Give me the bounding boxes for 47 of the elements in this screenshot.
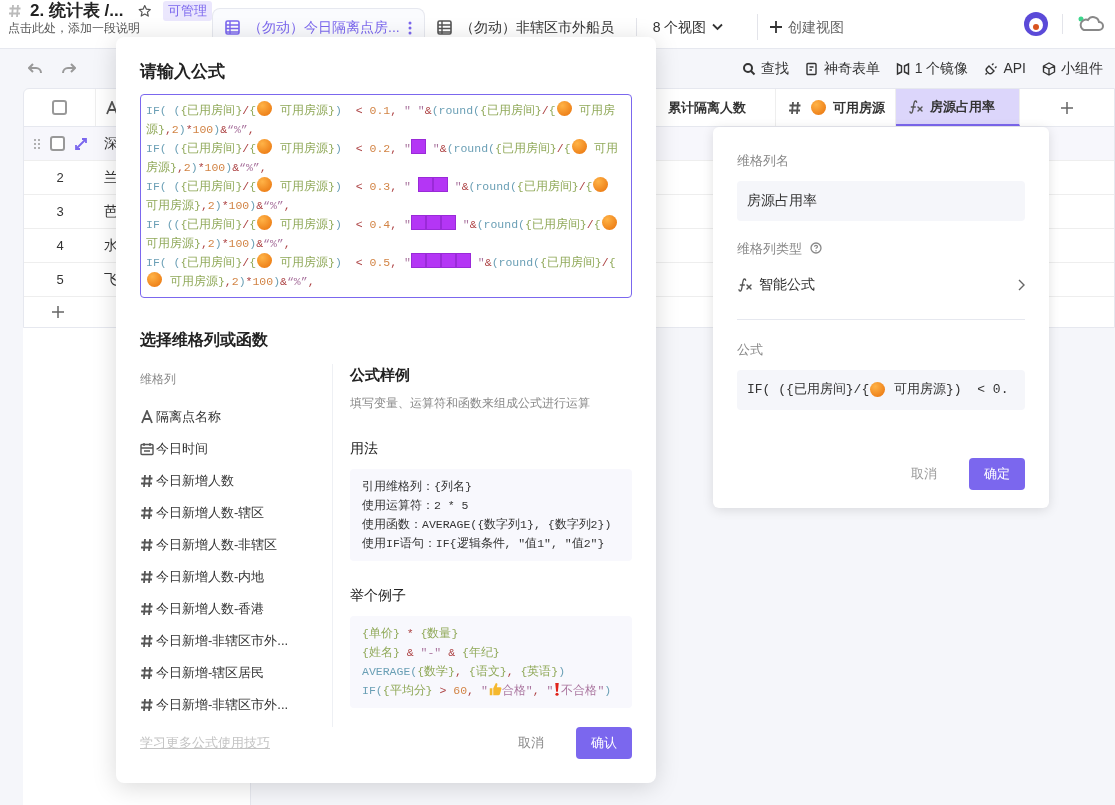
column-list-item[interactable]: 今日新增-非辖区市外... — [140, 624, 332, 657]
formula-field[interactable]: IF( ({已用房间}/{ 可用房源}) < 0. — [737, 369, 1025, 410]
sheet-title[interactable]: 2. 统计表 /... — [30, 2, 124, 20]
confirm-button[interactable]: 确认 — [576, 727, 632, 759]
column-header[interactable]: 房源占用率 — [896, 89, 1020, 126]
column-list-item[interactable]: 今日新增-辖区居民 — [140, 656, 332, 689]
confirm-button[interactable]: 确定 — [969, 457, 1025, 490]
column-list-item[interactable]: 今日新增人数-内地 — [140, 560, 332, 593]
column-list-item[interactable]: 今日新增人数 — [140, 464, 332, 497]
formula-editor[interactable]: IF( ({已用房间}/{ 可用房源}) < 0.1, " "&(round({已用房间}/{ 可用房源},2)*100)&“%”, IF( ({已用房间}/{ 可用房源}) < 0.2, " "&(round({已用房间}/{ 可用房源},2)*100)&“%”, IF( ({已用房间}/{ 可用房源}) < 0.3, " "&(round({已用房间}/{ 可用房源},2)*100)&“%”, IF (({已用房间}/{ 可用房源}) < 0.4, " "&(round({已用房间}/{ 可用房源},2)*100)&“%”, IF( ({已用房间}/{ 可用房源}) < 0.5, " "&(round({已用房间}/{ 可用房源},2)*100)&“%”, — [140, 93, 632, 298]
column-name-field[interactable]: 房源占用率 — [737, 180, 1025, 221]
row-number: 3 — [56, 202, 64, 221]
example-box: {单价} * {数量} {姓名} & "-" & {年纪} AVERAGE({数学}, {语文}, {英语}) IF({平均分} > 60, " 合格", " 不合格") — [350, 616, 632, 708]
toolbar-button[interactable]: 查找 — [741, 58, 789, 79]
toolbar-button[interactable]: API — [984, 58, 1026, 79]
column-list-item[interactable]: 今日新增人数-非辖区 — [140, 528, 332, 561]
section-title: 用法 — [350, 439, 379, 458]
row-number: 2 — [56, 168, 64, 187]
section-title: 公式样例 — [350, 364, 411, 385]
row-number: 4 — [56, 236, 64, 255]
field-label: 维格列名 — [737, 152, 790, 170]
usage-box: 引用维格列：{列名} 使用运算符：2 * 5 使用函数：AVERAGE({数字列1}, {数字列2}) 使用IF语句：IF{逻辑条件, "值1", "值2"} — [350, 469, 632, 561]
column-type-select[interactable]: 智能公式 — [737, 274, 1025, 295]
toolbar-button[interactable]: 神奇表单 — [804, 58, 880, 79]
list-label: 维格列 — [140, 370, 177, 388]
dialog-title: 请输入公式 — [140, 61, 226, 83]
sheet-description[interactable]: 点击此处，添加一段说明 — [8, 21, 212, 35]
column-list-item[interactable]: 今日时间 — [140, 432, 332, 465]
sample-description: 填写变量、运算符和函数来组成公式进行运算 — [350, 395, 591, 412]
cancel-button[interactable]: 取消 — [510, 733, 552, 753]
field-label: 公式 — [737, 341, 764, 359]
section-title: 选择维格列或函数 — [140, 329, 269, 350]
create-view-button[interactable]: 创建视图 — [758, 16, 857, 38]
toolbar-button[interactable]: 1 个镜像 — [895, 58, 969, 79]
view-tab[interactable]: （勿动）非辖区市外船员 — [424, 8, 626, 46]
table-cell-text: 水 — [104, 236, 118, 255]
views-dropdown[interactable]: 8 个视图 — [636, 16, 740, 38]
column-list-item[interactable]: 今日新增人数-香港 — [140, 592, 332, 625]
permission-badge: 可管理 — [163, 1, 212, 21]
column-list-item[interactable]: 隔离点名称 — [140, 400, 332, 433]
field-label: 维格列类型 — [737, 239, 802, 258]
table-cell-text: 兰 — [104, 168, 118, 187]
column-list-item[interactable]: 今日新增人数-辖区 — [140, 496, 332, 529]
column-list-item[interactable]: 今日新增-非辖区市外... — [140, 688, 332, 721]
toolbar-button[interactable]: 小组件 — [1042, 58, 1103, 79]
row-number: 5 — [56, 270, 64, 289]
section-title: 举个例子 — [350, 586, 407, 605]
